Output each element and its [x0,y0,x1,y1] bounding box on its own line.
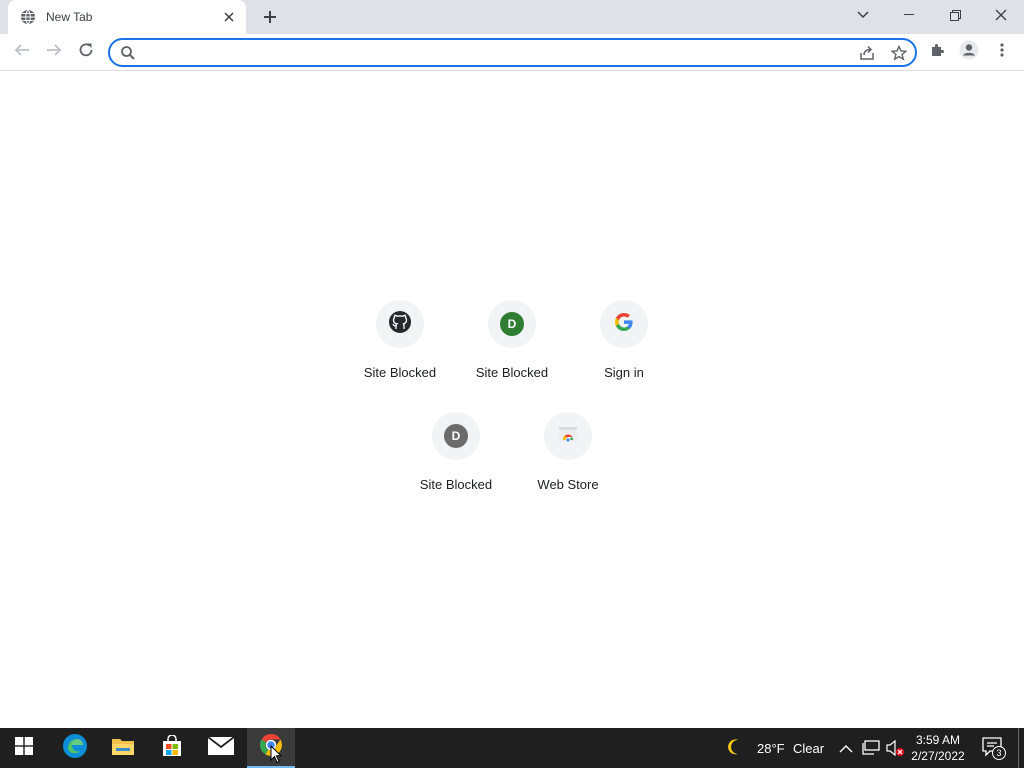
shortcut-tile[interactable]: D Site Blocked [400,412,512,524]
mail-icon [207,735,235,760]
file-explorer-icon [111,736,135,761]
clock-date: 2/27/2022 [911,749,965,763]
shortcut-label: Site Blocked [363,365,437,380]
kebab-menu-icon [1000,42,1004,62]
shortcut-label: Site Blocked [475,365,549,380]
shortcut-tile[interactable]: Sign in [568,300,680,412]
shortcut-icon-circle [376,300,424,348]
shortcut-label: Site Blocked [419,477,493,492]
volume-muted-icon[interactable] [886,739,906,762]
new-tab-button[interactable] [258,5,282,29]
tab-search-button[interactable] [840,0,886,30]
tab-title: New Tab [46,10,93,24]
close-window-button[interactable] [978,0,1024,30]
minimize-button[interactable] [886,0,932,30]
store-icon [161,733,183,762]
menu-button[interactable] [988,38,1016,66]
tab-strip: New Tab [0,0,1024,34]
star-icon[interactable] [888,43,910,63]
shortcut-icon-circle: D [432,412,480,460]
notification-center[interactable]: 3 [982,737,1008,760]
forward-button[interactable] [40,38,68,66]
letter-d-icon: D [444,424,468,448]
omnibox-input[interactable] [142,42,842,63]
shortcut-tile[interactable]: D Site Blocked [456,300,568,412]
chevron-up-icon[interactable] [839,741,853,759]
shortcut-tile[interactable]: Site Blocked [344,300,456,412]
address-bar[interactable] [108,38,917,67]
forward-arrow-icon [46,42,62,63]
restore-button[interactable] [932,0,978,30]
reload-button[interactable] [72,38,100,66]
taskbar-file-explorer[interactable] [99,728,147,768]
share-icon[interactable] [856,43,878,63]
puzzle-icon [930,42,946,63]
windows-start-icon [15,736,33,760]
shortcut-label: Web Store [537,477,599,492]
github-icon [388,310,412,339]
browser-toolbar [0,34,1024,71]
shortcut-icon-circle [600,300,648,348]
taskbar-edge[interactable] [51,728,99,768]
web-store-icon [557,423,579,450]
start-button[interactable] [0,728,48,768]
back-button[interactable] [8,38,36,66]
taskbar-mail[interactable] [197,728,245,768]
profile-button[interactable] [955,38,983,66]
edge-icon [62,733,88,764]
letter-d-icon: D [500,312,524,336]
globe-icon [20,9,36,25]
moon-icon [727,738,745,761]
close-icon[interactable] [220,8,238,26]
mouse-cursor-icon [270,744,283,769]
system-clock[interactable]: 3:59 AM 2/27/2022 [906,732,970,764]
weather-condition[interactable]: Clear [793,741,824,756]
weather-temperature[interactable]: 28°F [757,741,785,756]
taskbar-store[interactable] [148,728,196,768]
shortcut-icon-circle [544,412,592,460]
windows-taskbar: 28°F Clear 3:59 AM 2/27/2022 3 [0,728,1024,768]
tab-new-tab[interactable]: New Tab [8,0,246,34]
clock-time: 3:59 AM [915,733,961,747]
google-icon [614,312,634,337]
back-arrow-icon [14,42,30,63]
extensions-button[interactable] [924,38,952,66]
profile-icon [959,40,979,65]
shortcut-icon-circle: D [488,300,536,348]
shortcut-label: Sign in [604,365,644,380]
reload-icon [78,42,94,63]
search-icon [120,45,136,61]
shortcut-tile[interactable]: Web Store [512,412,624,524]
show-desktop-divider[interactable] [1018,728,1019,768]
network-icon[interactable] [862,740,880,761]
notification-count-badge: 3 [992,746,1006,760]
